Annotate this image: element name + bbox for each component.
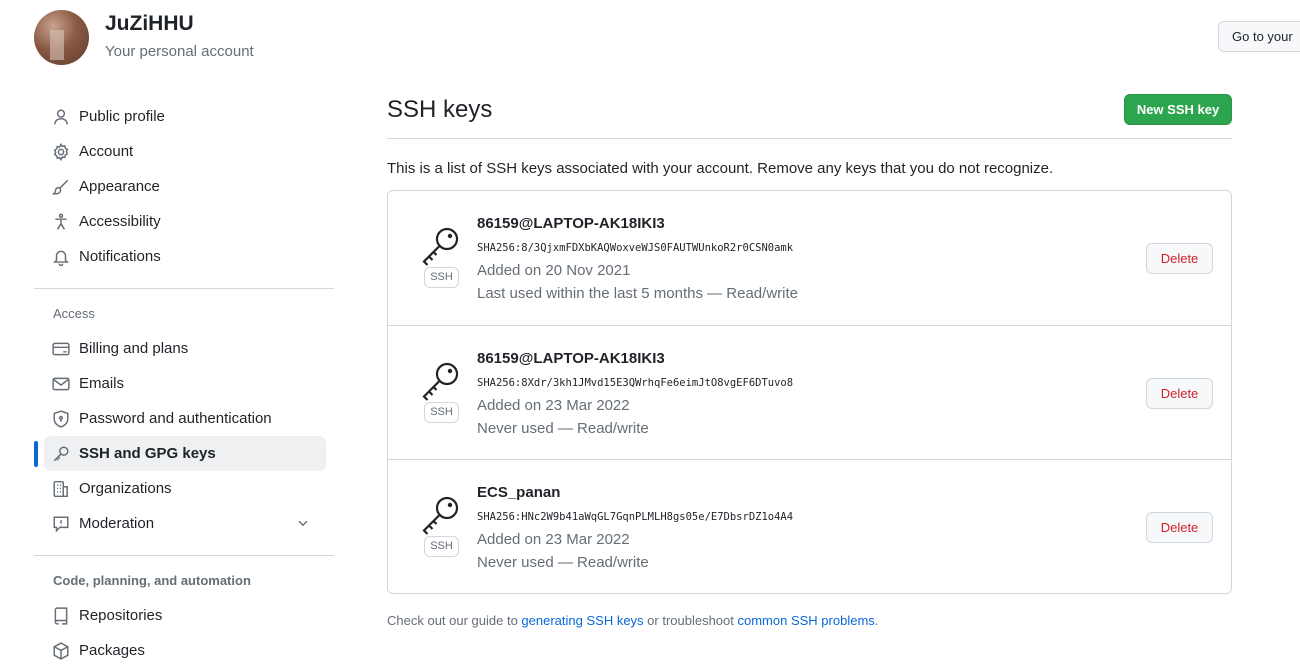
chevron-down-icon[interactable] [296, 516, 310, 530]
repo-icon [52, 606, 70, 625]
footer-text: or troubleshoot [643, 613, 738, 628]
key-icon [422, 227, 459, 266]
bell-icon [52, 248, 70, 266]
sidebar-section-code: Code, planning, and automation [53, 573, 251, 588]
sidebar-item-label: Appearance [79, 178, 160, 195]
delete-key-button[interactable]: Delete [1146, 512, 1213, 543]
key-added-date: Added on 23 Mar 2022 [477, 531, 630, 548]
sidebar-item-account[interactable]: Account [34, 134, 326, 169]
sidebar-divider [34, 555, 334, 556]
settings-sidebar: Public profile Account Appearance Access… [34, 99, 334, 668]
key-usage: Never used — Read/write [477, 419, 649, 437]
sidebar-item-label: SSH and GPG keys [79, 445, 216, 462]
sidebar-item-label: Repositories [79, 607, 163, 624]
sidebar-item-packages[interactable]: Packages [34, 633, 326, 668]
key-usage: Last used within the last 5 months — Rea… [477, 285, 798, 302]
sidebar-item-emails[interactable]: Emails [34, 366, 326, 401]
new-ssh-key-button[interactable]: New SSH key [1124, 94, 1232, 125]
sidebar-item-label: Public profile [79, 108, 165, 125]
sidebar-divider [34, 288, 334, 289]
key-fingerprint: SHA256:8/3QjxmFDXbKAQWoxveWJS0FAUTWUnkoR… [477, 242, 794, 254]
delete-key-button[interactable]: Delete [1146, 243, 1213, 274]
sidebar-item-label: Notifications [79, 248, 161, 265]
sidebar-item-label: Moderation [79, 515, 155, 532]
sidebar-item-repositories[interactable]: Repositories [34, 598, 326, 633]
key-fingerprint: SHA256:8Xdr/3kh1JMvd15E3QWrhqFe6eimJtO8v… [477, 376, 794, 389]
mail-icon [52, 375, 70, 393]
sidebar-item-moderation[interactable]: Moderation [34, 506, 326, 541]
account-subtitle: Your personal account [105, 43, 254, 60]
footer-text: . [874, 613, 879, 628]
person-icon [52, 108, 70, 126]
key-title: 86159@LAPTOP-AK18IKI3 [477, 349, 665, 367]
active-indicator [34, 441, 38, 467]
common-ssh-problems-link[interactable]: common SSH problems [738, 613, 875, 628]
report-icon [52, 515, 70, 533]
key-icon [422, 496, 459, 535]
ssh-badge: SSH [424, 267, 459, 288]
package-icon [52, 641, 70, 660]
key-added-date: Added on 20 Nov 2021 [477, 262, 631, 279]
sidebar-item-label: Account [79, 143, 134, 160]
sidebar-item-password-auth[interactable]: Password and authentication [34, 401, 326, 436]
sidebar-item-label: Organizations [79, 480, 172, 497]
sidebar-item-accessibility[interactable]: Accessibility [34, 204, 326, 239]
title-divider [387, 138, 1232, 139]
sidebar-item-label: Emails [79, 375, 125, 392]
sidebar-item-organizations[interactable]: Organizations [34, 471, 326, 506]
sidebar-item-notifications[interactable]: Notifications [34, 239, 326, 274]
ssh-key-row: SSH 86159@LAPTOP-AK18IKI3 SHA256:8/3Qjxm… [388, 191, 1231, 326]
sidebar-item-label: Billing and plans [79, 340, 189, 357]
key-fingerprint: SHA256:HNc2W9b41aWqGL7GqnPLMLH8gs05e/E7D… [477, 511, 794, 523]
avatar[interactable] [34, 10, 89, 65]
account-name[interactable]: JuZiHHU [105, 12, 194, 36]
sidebar-item-ssh-gpg-keys[interactable]: SSH and GPG keys [34, 436, 326, 471]
credit-card-icon [52, 340, 70, 358]
sidebar-item-billing[interactable]: Billing and plans [34, 331, 326, 366]
delete-key-button[interactable]: Delete [1146, 377, 1213, 409]
footer-text: Check out our guide to [387, 613, 522, 628]
intro-text: This is a list of SSH keys associated wi… [387, 160, 1054, 177]
key-title: ECS_panan [477, 484, 561, 501]
ssh-badge: SSH [424, 536, 459, 557]
gear-icon [52, 142, 70, 161]
sidebar-item-appearance[interactable]: Appearance [34, 169, 326, 204]
sidebar-item-public-profile[interactable]: Public profile [34, 99, 326, 134]
key-title: 86159@LAPTOP-AK18IKI3 [477, 215, 665, 232]
key-icon [422, 362, 459, 401]
ssh-key-row: SSH 86159@LAPTOP-AK18IKI3 SHA256:8Xdr/3k… [388, 326, 1231, 460]
key-added-date: Added on 23 Mar 2022 [477, 396, 630, 414]
page-title: SSH keys [387, 96, 493, 123]
ssh-key-row: SSH ECS_panan SHA256:HNc2W9b41aWqGL7GqnP… [388, 460, 1231, 595]
generating-ssh-keys-link[interactable]: generating SSH keys [521, 613, 643, 628]
sidebar-item-label: Accessibility [79, 213, 161, 230]
key-icon [52, 445, 70, 463]
paintbrush-icon [52, 178, 70, 196]
footer-note: Check out our guide to generating SSH ke… [387, 613, 878, 628]
key-usage: Never used — Read/write [477, 554, 649, 571]
ssh-badge: SSH [424, 401, 459, 423]
shield-lock-icon [52, 409, 70, 428]
accessibility-icon [52, 213, 70, 231]
go-to-profile-button[interactable]: Go to your [1218, 21, 1300, 52]
ssh-key-list: SSH 86159@LAPTOP-AK18IKI3 SHA256:8/3Qjxm… [387, 190, 1232, 594]
organization-icon [52, 480, 70, 498]
sidebar-item-label: Packages [79, 642, 145, 659]
sidebar-item-label: Password and authentication [79, 410, 272, 427]
sidebar-section-access: Access [53, 306, 95, 321]
